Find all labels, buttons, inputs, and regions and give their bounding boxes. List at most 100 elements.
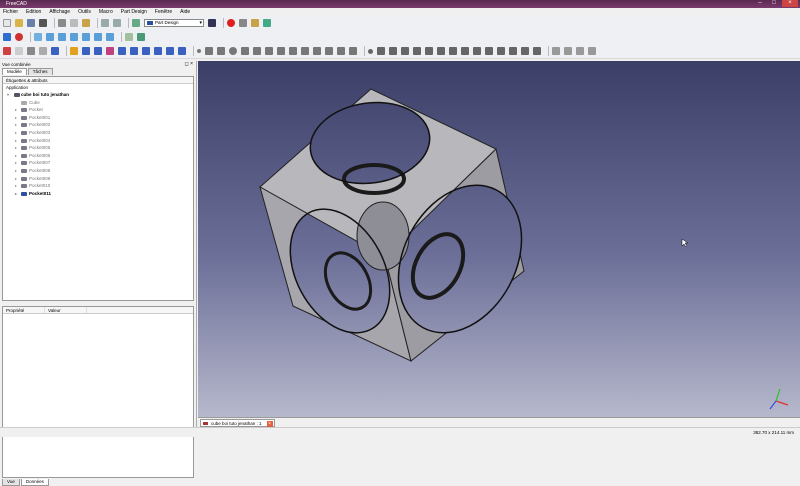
maximize-icon[interactable]: □ bbox=[768, 0, 780, 7]
revolution-icon[interactable] bbox=[82, 47, 90, 55]
macro-edit-icon[interactable] bbox=[251, 19, 259, 27]
select-elements-icon[interactable] bbox=[576, 47, 584, 55]
menu-fenetre[interactable]: Fenêtre bbox=[155, 9, 172, 15]
open-file-icon[interactable] bbox=[15, 19, 23, 27]
workbench-selector[interactable]: Part Design bbox=[144, 19, 204, 27]
tree-item-pocket003[interactable]: ▸ Pocket003 bbox=[3, 129, 193, 137]
collapse-arrow-icon[interactable]: ▾ bbox=[7, 91, 9, 99]
menu-edition[interactable]: Edition bbox=[26, 9, 41, 15]
circle-icon[interactable] bbox=[229, 47, 237, 55]
expand-arrow-icon[interactable]: ▸ bbox=[15, 129, 17, 137]
expand-arrow-icon[interactable]: ▸ bbox=[15, 190, 17, 198]
tree-item-pocket005[interactable]: ▸ Pocket005 bbox=[3, 144, 193, 152]
pad-icon[interactable] bbox=[51, 47, 59, 55]
slot-icon[interactable] bbox=[301, 47, 309, 55]
tree-item-pocket006[interactable]: ▸ Pocket006 bbox=[3, 152, 193, 160]
constrain-tangent-icon[interactable] bbox=[437, 47, 445, 55]
tab-taches[interactable]: Tâches bbox=[27, 68, 53, 75]
expand-arrow-icon[interactable]: ▸ bbox=[15, 167, 17, 175]
select-conflicting-icon[interactable] bbox=[552, 47, 560, 55]
trim-icon[interactable] bbox=[325, 47, 333, 55]
fit-all-icon[interactable] bbox=[3, 33, 11, 41]
view-right-icon[interactable] bbox=[70, 33, 78, 41]
groove-icon[interactable] bbox=[94, 47, 102, 55]
refresh-icon[interactable] bbox=[132, 19, 140, 27]
leave-sketch-icon[interactable] bbox=[27, 47, 35, 55]
expand-arrow-icon[interactable]: ▸ bbox=[15, 159, 17, 167]
panel-float-icon[interactable]: ◻ × bbox=[185, 61, 193, 68]
constrain-parallel-icon[interactable] bbox=[413, 47, 421, 55]
fillet-icon[interactable] bbox=[106, 47, 114, 55]
constrain-coincident-icon[interactable] bbox=[368, 48, 373, 54]
whats-this-icon[interactable] bbox=[208, 19, 216, 27]
tree-document[interactable]: ▾ cube boi tuto jenathan bbox=[3, 91, 193, 99]
expand-arrow-icon[interactable]: ▸ bbox=[15, 137, 17, 145]
select-redundant-icon[interactable] bbox=[564, 47, 572, 55]
stop-macro-icon[interactable] bbox=[239, 19, 247, 27]
constrain-radius-icon[interactable] bbox=[521, 47, 529, 55]
expand-arrow-icon[interactable]: ▸ bbox=[15, 152, 17, 160]
view-iso-icon[interactable] bbox=[34, 33, 42, 41]
point-icon[interactable] bbox=[197, 49, 201, 53]
view-top-icon[interactable] bbox=[58, 33, 66, 41]
pocket-icon[interactable] bbox=[70, 47, 78, 55]
redo-icon[interactable] bbox=[113, 19, 121, 27]
constrain-lock-icon[interactable] bbox=[473, 47, 481, 55]
tree-item-pocket011[interactable]: ▸ Pocket011 bbox=[3, 190, 193, 198]
external-geometry-icon[interactable] bbox=[337, 47, 345, 55]
tree-item-pocket001[interactable]: ▸ Pocket001 bbox=[3, 114, 193, 122]
map-sketch-icon[interactable] bbox=[39, 47, 47, 55]
constrain-angle-icon[interactable] bbox=[533, 47, 541, 55]
measure-icon[interactable] bbox=[125, 33, 133, 41]
close-icon[interactable]: × bbox=[782, 0, 798, 7]
linear-pattern-icon[interactable] bbox=[154, 47, 162, 55]
menu-aide[interactable]: Aide bbox=[180, 9, 190, 15]
constrain-symmetric-icon[interactable] bbox=[461, 47, 469, 55]
arc-icon[interactable] bbox=[217, 47, 225, 55]
tree-item-pocket009[interactable]: ▸ Pocket009 bbox=[3, 175, 193, 183]
menu-affichage[interactable]: Affichage bbox=[49, 9, 70, 15]
minimize-icon[interactable]: – bbox=[754, 0, 766, 7]
view-rear-icon[interactable] bbox=[82, 33, 90, 41]
multi-transform-icon[interactable] bbox=[178, 47, 186, 55]
tree-item-pocket008[interactable]: ▸ Pocket008 bbox=[3, 167, 193, 175]
line-icon[interactable] bbox=[205, 47, 213, 55]
construction-mode-icon[interactable] bbox=[349, 47, 357, 55]
menu-outils[interactable]: Outils bbox=[78, 9, 91, 15]
expand-arrow-icon[interactable]: ▸ bbox=[15, 106, 17, 114]
constrain-point-on-object-icon[interactable] bbox=[377, 47, 385, 55]
menu-fichier[interactable]: Fichier bbox=[3, 9, 18, 15]
3d-viewport[interactable] bbox=[198, 61, 800, 417]
polygon-icon[interactable] bbox=[289, 47, 297, 55]
polar-pattern-icon[interactable] bbox=[166, 47, 174, 55]
save-icon[interactable] bbox=[27, 19, 35, 27]
paste-icon[interactable] bbox=[82, 19, 90, 27]
view-bottom-icon[interactable] bbox=[94, 33, 102, 41]
rectangle-icon[interactable] bbox=[277, 47, 285, 55]
constrain-equal-icon[interactable] bbox=[449, 47, 457, 55]
constrain-horizontal-icon[interactable] bbox=[401, 47, 409, 55]
tree-item-pocket010[interactable]: ▸ Pocket010 bbox=[3, 182, 193, 190]
constrain-distance-icon[interactable] bbox=[509, 47, 517, 55]
tree-item-pocket004[interactable]: ▸ Pocket004 bbox=[3, 137, 193, 145]
fillet-sketch-icon[interactable] bbox=[313, 47, 321, 55]
show-hide-icon[interactable] bbox=[588, 47, 596, 55]
polyline-icon[interactable] bbox=[265, 47, 273, 55]
link-icon[interactable] bbox=[137, 33, 145, 41]
document-tab[interactable]: cube boi tuto jenathan : 1 × bbox=[200, 419, 275, 427]
tree-item-pocket[interactable]: ▸ Pocket bbox=[3, 106, 193, 114]
expand-arrow-icon[interactable]: ▸ bbox=[15, 114, 17, 122]
chamfer-icon[interactable] bbox=[118, 47, 126, 55]
record-macro-icon[interactable] bbox=[227, 19, 235, 27]
expand-arrow-icon[interactable]: ▸ bbox=[15, 175, 17, 183]
sketch-icon[interactable] bbox=[3, 47, 11, 55]
menu-macro[interactable]: Macro bbox=[99, 9, 113, 15]
expand-arrow-icon[interactable]: ▸ bbox=[15, 121, 17, 129]
tab-modele[interactable]: Modèle bbox=[2, 68, 27, 75]
tree-item-pocket002[interactable]: ▸ Pocket002 bbox=[3, 121, 193, 129]
expand-arrow-icon[interactable]: ▸ bbox=[15, 182, 17, 190]
constrain-distance-x-icon[interactable] bbox=[485, 47, 493, 55]
menu-part-design[interactable]: Part Design bbox=[121, 9, 147, 15]
tab-vue[interactable]: Vue bbox=[2, 479, 20, 486]
draw-style-icon[interactable] bbox=[15, 33, 23, 41]
